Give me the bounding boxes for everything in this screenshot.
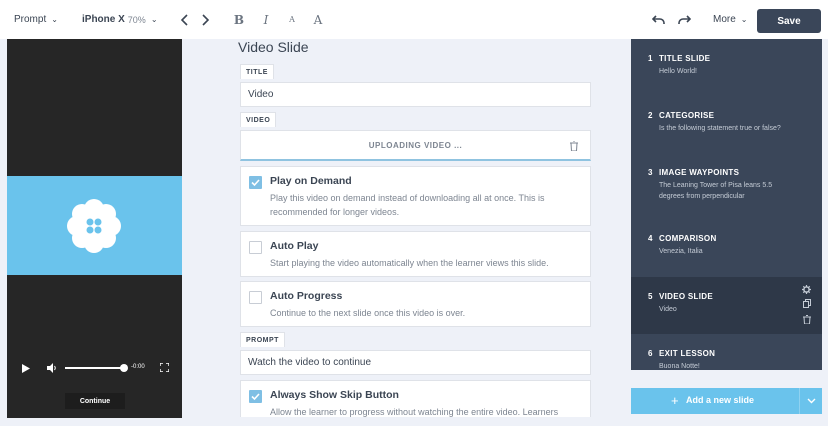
slide-subtitle: Hello World! (659, 68, 697, 75)
device-dropdown[interactable]: iPhone X 70% ⌄ (82, 0, 158, 39)
prompt-input[interactable]: Watch the video to continue (240, 350, 591, 375)
slide-subtitle: Is the following statement true or false… (659, 125, 781, 132)
video-player[interactable] (7, 176, 182, 275)
add-slide-dropdown[interactable] (799, 388, 822, 414)
play-icon[interactable] (22, 364, 30, 373)
slide-item[interactable]: 4 COMPARISON Venezia, Italia (631, 219, 822, 276)
slide-number: 4 (648, 234, 653, 243)
chevron-down-icon: ⌄ (740, 15, 748, 24)
gear-icon[interactable] (802, 285, 811, 294)
title-input[interactable]: Video (240, 82, 591, 107)
slide-title: IMAGE WAYPOINTS (659, 168, 740, 177)
slide-item[interactable]: 6 EXIT LESSON Buona Notte! (631, 334, 822, 370)
trash-icon[interactable] (803, 315, 811, 324)
more-dropdown[interactable]: More ⌄ (713, 0, 748, 39)
prompt-dropdown[interactable]: Prompt ⌄ (14, 0, 58, 39)
slide-subtitle: Venezia, Italia (659, 248, 703, 255)
option-title: Auto Progress (270, 290, 343, 302)
bold-icon[interactable]: B (233, 0, 245, 39)
slide-item-selected[interactable]: 5 VIDEO SLIDE Video (631, 277, 822, 334)
page-title: Video Slide (238, 39, 309, 55)
time-display: -0:00 (131, 364, 145, 370)
option-title: Play on Demand (270, 175, 352, 187)
prompt-tag: PROMPT (240, 332, 285, 347)
flower-icon (67, 199, 121, 253)
undo-icon[interactable] (651, 0, 665, 39)
italic-icon[interactable]: I (260, 0, 272, 39)
prompt-label: Prompt (14, 14, 47, 25)
phone-preview: -0:00 Continue (7, 39, 182, 418)
progress-track[interactable] (65, 367, 123, 369)
upload-status: UPLOADING VIDEO ... (368, 140, 463, 150)
add-slide-button[interactable]: + Add a new slide (631, 388, 822, 414)
slide-number: 5 (648, 292, 653, 301)
check-icon (251, 393, 260, 401)
zoom-level: 70% (127, 14, 146, 25)
slide-number: 3 (648, 168, 653, 177)
slide-subtitle: The Leaning Tower of Pisa leans 5.5 degr… (659, 182, 773, 200)
option-play-on-demand: Play on Demand Play this video on demand… (240, 166, 591, 226)
slide-list: 1 TITLE SLIDE Hello World! 2 CATEGORISE … (631, 39, 822, 370)
check-icon (251, 179, 260, 187)
duplicate-icon[interactable] (803, 299, 811, 308)
video-tag: VIDEO (240, 112, 277, 127)
save-button[interactable]: Save (757, 9, 821, 33)
chevron-down-icon (807, 398, 815, 404)
option-title: Always Show Skip Button (270, 389, 399, 401)
slide-number: 2 (648, 111, 653, 120)
more-label: More (713, 14, 736, 25)
option-description: Play this video on demand instead of dow… (270, 193, 545, 217)
slide-subtitle: Video (659, 306, 677, 313)
redo-icon[interactable] (677, 0, 691, 39)
option-auto-play: Auto Play Start playing the video automa… (240, 231, 591, 277)
slide-item[interactable]: 1 TITLE SLIDE Hello World! (631, 39, 822, 96)
auto-progress-checkbox[interactable] (249, 291, 262, 304)
option-description: Continue to the next slide once this vid… (270, 308, 466, 318)
toolbar: Prompt ⌄ iPhone X 70% ⌄ B I A A More ⌄ S… (0, 0, 828, 39)
play-on-demand-checkbox[interactable] (249, 176, 262, 189)
continue-button[interactable]: Continue (65, 393, 125, 409)
option-title: Auto Play (270, 240, 319, 252)
video-controls: -0:00 (7, 357, 182, 379)
option-skip-button: Always Show Skip Button Allow the learne… (240, 380, 591, 417)
video-upload-field[interactable]: UPLOADING VIDEO ... (240, 130, 591, 161)
option-auto-progress: Auto Progress Continue to the next slide… (240, 281, 591, 327)
slide-title: VIDEO SLIDE (659, 292, 713, 301)
slide-number: 1 (648, 54, 653, 63)
slide-title: EXIT LESSON (659, 349, 716, 358)
auto-play-checkbox[interactable] (249, 241, 262, 254)
text-small-icon[interactable]: A (286, 0, 298, 39)
option-description: Start playing the video automatically wh… (270, 258, 549, 268)
back-arrow-icon[interactable] (178, 0, 190, 39)
option-description: Allow the learner to progress without wa… (270, 407, 559, 417)
slide-title: TITLE SLIDE (659, 54, 711, 63)
chevron-down-icon: ⌄ (150, 15, 158, 24)
slide-number: 6 (648, 349, 653, 358)
plus-icon: + (671, 393, 679, 408)
progress-handle[interactable] (120, 364, 128, 372)
slide-subtitle: Buona Notte! (659, 363, 700, 370)
forward-arrow-icon[interactable] (200, 0, 212, 39)
add-slide-label: Add a new slide (686, 395, 755, 405)
volume-icon[interactable] (47, 363, 58, 373)
title-tag: TITLE (240, 64, 274, 79)
slide-item[interactable]: 3 IMAGE WAYPOINTS The Leaning Tower of P… (631, 153, 822, 210)
device-label: iPhone X (82, 14, 125, 25)
slide-title: CATEGORISE (659, 111, 715, 120)
skip-button-checkbox[interactable] (249, 390, 262, 403)
text-large-icon[interactable]: A (311, 0, 325, 39)
slide-editor: Video Slide TITLE Video VIDEO UPLOADING … (238, 39, 591, 417)
chevron-down-icon: ⌄ (51, 15, 58, 24)
fullscreen-icon[interactable] (160, 363, 169, 372)
trash-icon[interactable] (570, 141, 578, 151)
slide-title: COMPARISON (659, 234, 717, 243)
slide-item[interactable]: 2 CATEGORISE Is the following statement … (631, 96, 822, 153)
